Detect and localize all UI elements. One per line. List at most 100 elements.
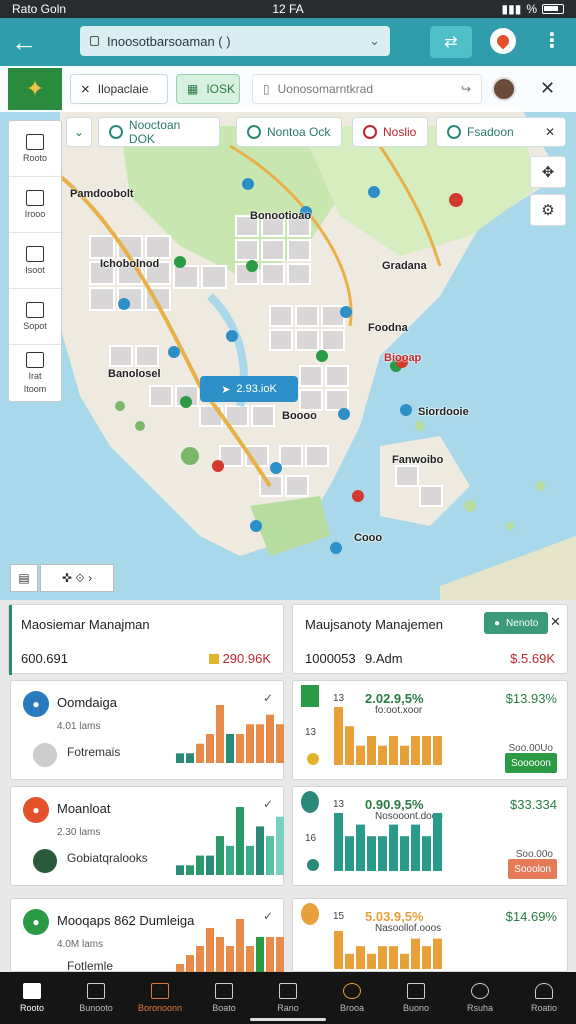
nav-item-home[interactable]: Rooto (0, 972, 64, 1024)
chart-bar (176, 753, 184, 763)
chart-bar (400, 953, 409, 969)
close-icon[interactable]: ✕ (540, 78, 555, 99)
map-view-button[interactable]: ▤ (10, 564, 38, 592)
sidenav-item-layers[interactable]: Irooo (9, 177, 61, 233)
url-field[interactable]: Inoosotbarsoaman ( ) ⌄ (80, 26, 390, 56)
map-pan-zoom-button[interactable]: ✜ ⟐ › (40, 564, 114, 592)
compass-button[interactable]: ✥ (530, 156, 566, 188)
chart-bar (206, 734, 214, 763)
nav-item-reports[interactable]: Boronoonn (128, 972, 192, 1024)
stat-action-button[interactable]: Sooooon (504, 753, 557, 773)
chart-bar (266, 836, 274, 875)
nav-item-globe[interactable]: Rsuha (448, 972, 512, 1024)
item-subtitle: 4.01 lams (57, 721, 101, 732)
chart-bar (276, 724, 284, 763)
toggle-icon: ● (494, 617, 501, 629)
chart-bar (411, 824, 420, 871)
chart-bar (400, 836, 409, 871)
chart-bar (186, 753, 194, 763)
chart-bar (266, 714, 274, 763)
filter-chip[interactable]: Nontoa Ock (236, 117, 342, 147)
status-badge[interactable]: ● Nenoto (484, 612, 549, 634)
filter-chip-selected[interactable]: ▦ IOSK (176, 74, 240, 104)
category-icon (447, 125, 461, 139)
globe-icon (471, 983, 489, 999)
thumbnail-icon (33, 743, 57, 767)
selected-location-chip[interactable]: ➤ 2.93.ioK (200, 376, 298, 402)
nav-item-compass[interactable]: Brooa (320, 972, 384, 1024)
map-tools: ▤ ✜ ⟐ › (10, 564, 114, 592)
stat-action-button[interactable]: Sooolon (508, 859, 557, 879)
filter-chip[interactable]: Fsadoon ✕ (436, 117, 566, 147)
nav-item-gallery[interactable]: Buono (384, 972, 448, 1024)
sidenav-item-support[interactable]: Sopot (9, 289, 61, 345)
close-icon[interactable]: ✕ (545, 125, 555, 139)
category-icon (247, 125, 261, 139)
nav-item-map[interactable]: Bunooto (64, 972, 128, 1024)
stat-percent: 0.90.9,5% (365, 797, 424, 812)
close-icon[interactable]: ✕ (550, 614, 561, 630)
chart-bar (256, 937, 264, 973)
expand-filters-button[interactable]: ⌄ (66, 117, 92, 147)
bar-chart (176, 705, 284, 763)
share-button[interactable]: ⇄ (430, 26, 472, 58)
carrier-label: Rato Goln (12, 2, 67, 16)
filter-chip[interactable]: Nooctoan DOK (98, 117, 220, 147)
stat-card[interactable]: 13 13 2.02.9,5% fo:oot.xoor $13.93% Soo.… (292, 680, 568, 780)
chart-bar (433, 736, 442, 765)
list-item[interactable]: ● Oomdaiga 4.01 lams Fotremais ✓ (10, 680, 284, 780)
map-label: Banolosel (108, 368, 161, 380)
filter-chip[interactable]: Noslio (352, 117, 428, 147)
back-button[interactable]: ← (2, 20, 46, 64)
stat-card[interactable]: 13 16 0.90.9,5% Nosooont.dooo $33.334 So… (292, 786, 568, 886)
stat-card[interactable]: 15 5.03.9,5% Nasoollof.ooos $14.69% (292, 898, 568, 972)
stat-amount: $33.334 (510, 797, 557, 812)
nav-item-shapes[interactable]: Rano (256, 972, 320, 1024)
summary-card[interactable]: Maosiemar Manajman 600.691 290.96K (8, 604, 284, 675)
chart-bar (411, 938, 420, 969)
chart-bar (216, 705, 224, 763)
bookmark-icon (301, 685, 319, 707)
list-item[interactable]: ● Moanloat 2.30 lams Gobiatqralooks ✓ (10, 786, 284, 886)
chart-bar (186, 955, 194, 973)
sidenav-item-home[interactable]: Rooto (9, 121, 61, 177)
chart-bar (378, 946, 387, 969)
signal-icon: ▮▮▮ (501, 2, 522, 16)
chart-bar (356, 745, 365, 765)
bar-chart (334, 813, 442, 871)
status-bar: Rato Goln 12 FA ▮▮▮ % (0, 0, 576, 18)
map-label: Siordooie (418, 406, 469, 418)
chart-bar (345, 726, 354, 765)
chart-bar (186, 865, 194, 875)
more-menu-button[interactable]: ⋮ (540, 28, 564, 54)
nav-item-list[interactable]: Boato (192, 972, 256, 1024)
map-search-input[interactable]: ▯ Uonosomarntkrad ↪ (252, 74, 482, 104)
sidenav-item-building[interactable]: Isoot (9, 233, 61, 289)
chart-bar (367, 736, 376, 765)
avatar[interactable] (492, 77, 516, 101)
home-icon (26, 134, 44, 150)
map-label: Boooo (282, 410, 317, 422)
category-icon (363, 125, 377, 139)
app-bar: ← Inoosotbarsoaman ( ) ⌄ ⇄ ⋮ (0, 18, 576, 66)
summary-amount: 290.96K (208, 651, 271, 666)
chevron-down-icon[interactable]: ⌄ (369, 33, 380, 49)
chart-bar (196, 743, 204, 763)
chart-bar (276, 816, 284, 875)
chart-bar (334, 931, 343, 969)
chart-bar (367, 953, 376, 969)
chart-bar (236, 807, 244, 875)
sidenav-item-report[interactable]: Irat Itoom (9, 345, 61, 401)
close-icon[interactable]: × (81, 81, 90, 98)
chart-bar (226, 734, 234, 763)
list-item[interactable]: ● Mooqaps 862 Dumleiga 4.0M lams Fotleml… (10, 898, 284, 973)
location-pin-button[interactable] (490, 28, 516, 54)
nav-item-profile[interactable]: Roatio (512, 972, 576, 1024)
filter-chip-active[interactable]: × Ilopaclaie (70, 74, 168, 104)
route-icon[interactable]: ↪ (461, 82, 471, 96)
map-label: Ichobolnod (100, 258, 160, 270)
chart-bar (389, 946, 398, 969)
settings-button[interactable]: ⚙ (530, 194, 566, 226)
chart-bar (246, 845, 254, 875)
chart-bar (389, 736, 398, 765)
